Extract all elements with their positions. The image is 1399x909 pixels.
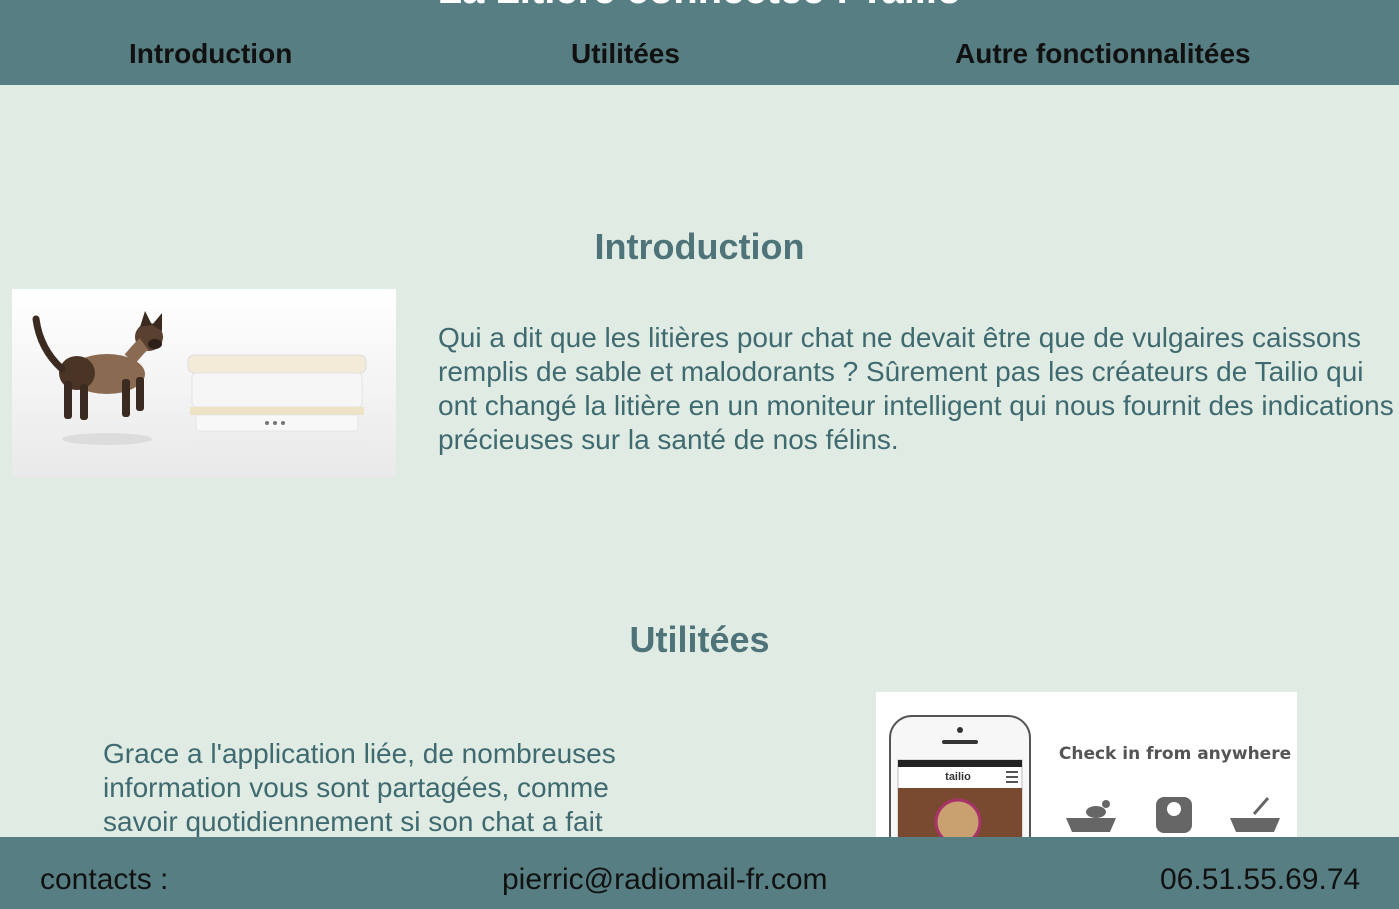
nav-link-introduction[interactable]: Introduction — [129, 38, 292, 70]
main-content: Introduction Qui a dit que les litières … — [0, 85, 1399, 837]
contact-email[interactable]: pierric@radiomail-fr.com — [502, 863, 828, 897]
intro-heading: Introduction — [594, 226, 805, 267]
cat-litter-illustration — [12, 289, 396, 478]
site-footer: contacts : pierric@radiomail-fr.com 06.5… — [0, 837, 1399, 909]
app-screenshot-image: tailio Check in from anywhere — [876, 692, 1297, 837]
nav-link-utilitees[interactable]: Utilitées — [571, 38, 680, 70]
app-illustration: tailio Check in from anywhere — [876, 692, 1297, 837]
contacts-label: contacts : — [40, 863, 169, 896]
intro-paragraph: Qui a dit que les litières pour chat ne … — [438, 322, 1394, 455]
scale-icon — [1156, 797, 1192, 833]
cat-litter-image — [12, 289, 396, 478]
image-caption: Check in from anywhere — [1059, 744, 1291, 764]
utilities-paragraph: Grace a l'application liée, de nombreuse… — [103, 738, 616, 837]
phone-logo: tailio — [945, 771, 971, 783]
contact-phone[interactable]: 06.51.55.69.74 — [1160, 863, 1360, 897]
site-header: La Litière connectée : Tailio Introducti… — [0, 0, 1399, 85]
site-title: La Litière connectée : Tailio — [0, 0, 1399, 10]
utilities-heading: Utilitées — [629, 619, 770, 660]
nav-link-autre-fonctionnalitees[interactable]: Autre fonctionnalitées — [955, 38, 1251, 70]
